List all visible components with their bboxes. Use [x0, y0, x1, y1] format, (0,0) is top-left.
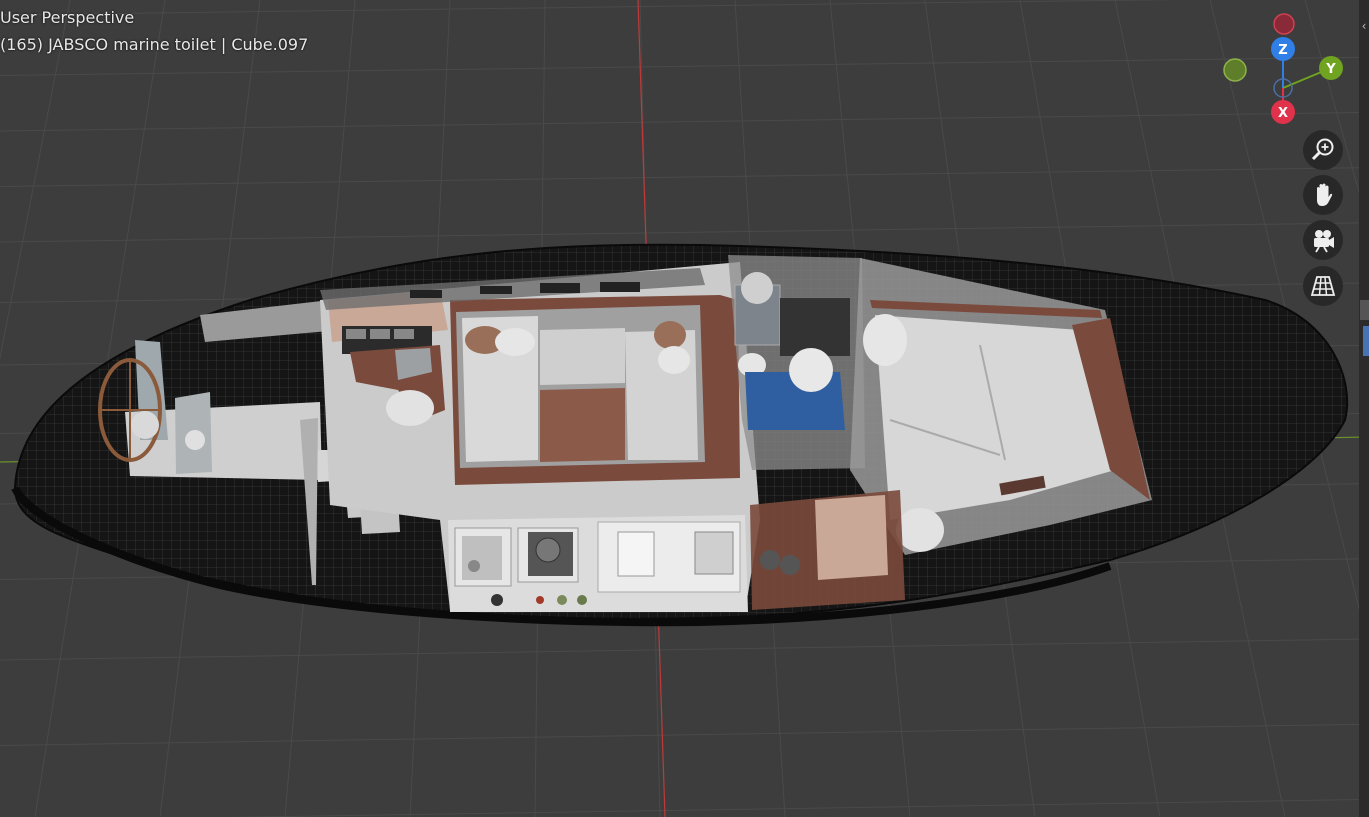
forward-locker[interactable] — [750, 490, 905, 610]
sidebar-active-tab[interactable] — [1363, 326, 1369, 356]
grid-line — [0, 0, 1179, 16]
galley[interactable] — [448, 515, 748, 612]
gizmo-x-axis[interactable]: X — [1271, 100, 1295, 124]
svg-text:Z: Z — [1278, 43, 1287, 58]
gizmo-neg-y[interactable] — [1223, 58, 1247, 82]
zoom-button[interactable] — [1303, 130, 1343, 170]
gizmo-neg-z[interactable] — [1273, 13, 1295, 35]
grid-line — [0, 723, 1369, 746]
gizmo-z-axis[interactable]: Z — [1271, 37, 1295, 61]
grid-line — [0, 638, 1369, 661]
gizmo-y-axis[interactable]: Y — [1319, 56, 1343, 80]
marine-toilet[interactable] — [789, 348, 833, 392]
camera-icon — [1314, 230, 1334, 253]
svg-text:X: X — [1278, 106, 1288, 121]
view-name: User Perspective — [0, 8, 135, 27]
grid-line — [0, 56, 1369, 76]
3d-viewport[interactable]: User Perspective (165) JABSCO marine toi… — [0, 0, 1369, 817]
grid-line — [221, 798, 1369, 817]
grid-line — [0, 167, 1369, 187]
active-object-info: (165) JABSCO marine toilet | Cube.097 — [0, 35, 309, 54]
magnifier-plus-icon — [1311, 138, 1334, 161]
sidebar-region-edge[interactable] — [1359, 0, 1369, 817]
grid-perspective-icon — [1310, 276, 1336, 296]
pan-button[interactable] — [1303, 175, 1343, 215]
svg-text:Y: Y — [1325, 62, 1336, 77]
saloon-dinette[interactable] — [450, 295, 740, 485]
projection-toggle-button[interactable] — [1303, 266, 1343, 306]
scene-canvas[interactable] — [0, 0, 1369, 817]
grid-line — [0, 111, 1369, 132]
camera-view-button[interactable] — [1303, 220, 1343, 260]
navigation-gizmo[interactable]: Z Y X — [1215, 8, 1355, 128]
sidebar-scrollbar[interactable] — [1360, 300, 1369, 320]
sidebar-toggle-arrow-icon[interactable]: ‹ — [1359, 16, 1369, 36]
head-compartment[interactable] — [728, 255, 865, 470]
hand-icon — [1317, 183, 1333, 206]
